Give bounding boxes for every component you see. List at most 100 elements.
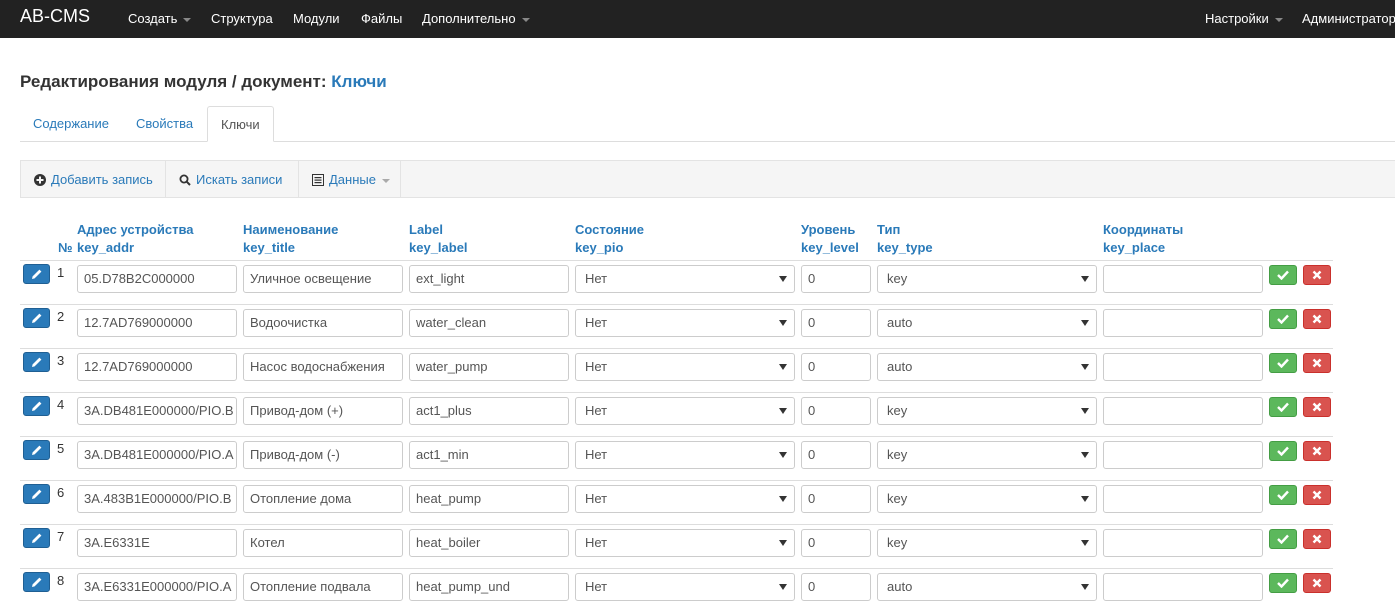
key-level-input[interactable]: 0 xyxy=(801,441,871,469)
key-addr-input[interactable]: 3A.483B1E000000/PIO.B xyxy=(77,485,237,513)
tab-keys[interactable]: Ключи xyxy=(207,106,274,142)
brand-logo[interactable]: AB-CMS xyxy=(20,6,90,27)
key-type-select[interactable]: auto xyxy=(877,309,1097,337)
delete-row-button[interactable] xyxy=(1303,309,1331,329)
column-header-place[interactable]: Координаты key_place xyxy=(1103,221,1183,257)
edit-button[interactable] xyxy=(23,484,50,504)
column-header-pio[interactable]: Состояние key_pio xyxy=(575,221,644,257)
key-addr-input[interactable]: 3A.DB481E000000/PIO.B xyxy=(77,397,237,425)
key-type-select[interactable]: key xyxy=(877,441,1097,469)
key-pio-select[interactable]: Нет xyxy=(575,529,795,557)
key-title-input[interactable]: Котел xyxy=(243,529,403,557)
key-place-input[interactable] xyxy=(1103,573,1263,601)
edit-button[interactable] xyxy=(23,528,50,548)
save-row-button[interactable] xyxy=(1269,441,1297,461)
nav-item-structure[interactable]: Структура xyxy=(211,11,273,26)
add-record-button[interactable]: Добавить запись xyxy=(21,161,166,197)
key-place-input[interactable] xyxy=(1103,353,1263,381)
save-row-button[interactable] xyxy=(1269,485,1297,505)
key-level-input[interactable]: 0 xyxy=(801,485,871,513)
key-pio-select[interactable]: Нет xyxy=(575,309,795,337)
key-label-input[interactable]: ext_light xyxy=(409,265,569,293)
edit-button[interactable] xyxy=(23,440,50,460)
save-row-button[interactable] xyxy=(1269,309,1297,329)
key-level-input[interactable]: 0 xyxy=(801,397,871,425)
key-type-select[interactable]: auto xyxy=(877,573,1097,601)
column-header-title[interactable]: Наименование key_title xyxy=(243,221,338,257)
delete-row-button[interactable] xyxy=(1303,441,1331,461)
key-place-input[interactable] xyxy=(1103,265,1263,293)
save-row-button[interactable] xyxy=(1269,529,1297,549)
delete-row-button[interactable] xyxy=(1303,529,1331,549)
nav-item-extra[interactable]: Дополнительно xyxy=(422,11,530,26)
key-pio-select[interactable]: Нет xyxy=(575,573,795,601)
key-level-input[interactable]: 0 xyxy=(801,353,871,381)
key-title-input[interactable]: Отопление дома xyxy=(243,485,403,513)
key-addr-input[interactable]: 05.D78B2C000000 xyxy=(77,265,237,293)
key-addr-input[interactable]: 3A.E6331E000000/PIO.A xyxy=(77,573,237,601)
key-addr-input[interactable]: 12.7AD769000000 xyxy=(77,353,237,381)
key-title-input[interactable]: Отопление подвала xyxy=(243,573,403,601)
key-title-input[interactable]: Привод-дом (+) xyxy=(243,397,403,425)
delete-row-button[interactable] xyxy=(1303,573,1331,593)
key-type-select[interactable]: key xyxy=(877,397,1097,425)
nav-item-files[interactable]: Файлы xyxy=(361,11,402,26)
key-addr-input[interactable]: 3A.E6331E xyxy=(77,529,237,557)
save-row-button[interactable] xyxy=(1269,265,1297,285)
key-pio-select[interactable]: Нет xyxy=(575,397,795,425)
delete-row-button[interactable] xyxy=(1303,485,1331,505)
key-title-input[interactable]: Насос водоснабжения xyxy=(243,353,403,381)
key-place-input[interactable] xyxy=(1103,529,1263,557)
key-type-select[interactable]: auto xyxy=(877,353,1097,381)
column-header-label[interactable]: Label key_label xyxy=(409,221,468,257)
data-dropdown-button[interactable]: Данные xyxy=(299,161,401,197)
edit-button[interactable] xyxy=(23,264,50,284)
nav-item-modules[interactable]: Модули xyxy=(293,11,340,26)
column-header-level[interactable]: Уровень key_level xyxy=(801,221,859,257)
key-type-select[interactable]: key xyxy=(877,265,1097,293)
nav-item-create[interactable]: Создать xyxy=(128,11,192,26)
save-row-button[interactable] xyxy=(1269,353,1297,373)
key-level-input[interactable]: 0 xyxy=(801,265,871,293)
key-title-input[interactable]: Уличное освещение xyxy=(243,265,403,293)
key-place-input[interactable] xyxy=(1103,397,1263,425)
edit-button[interactable] xyxy=(23,352,50,372)
key-label-input[interactable]: act1_min xyxy=(409,441,569,469)
key-type-select[interactable]: key xyxy=(877,529,1097,557)
key-pio-select[interactable]: Нет xyxy=(575,441,795,469)
key-label-input[interactable]: heat_pump xyxy=(409,485,569,513)
save-row-button[interactable] xyxy=(1269,573,1297,593)
delete-row-button[interactable] xyxy=(1303,265,1331,285)
key-addr-input[interactable]: 12.7AD769000000 xyxy=(77,309,237,337)
tab-content[interactable]: Содержание xyxy=(20,106,122,142)
key-level-input[interactable]: 0 xyxy=(801,309,871,337)
key-title-input[interactable]: Привод-дом (-) xyxy=(243,441,403,469)
key-place-input[interactable] xyxy=(1103,441,1263,469)
key-place-input[interactable] xyxy=(1103,485,1263,513)
search-records-button[interactable]: Искать записи xyxy=(166,161,299,197)
key-type-select[interactable]: key xyxy=(877,485,1097,513)
column-header-type[interactable]: Тип key_type xyxy=(877,221,933,257)
nav-item-admin[interactable]: Администратор xyxy=(1302,11,1395,26)
delete-row-button[interactable] xyxy=(1303,353,1331,373)
key-pio-select[interactable]: Нет xyxy=(575,485,795,513)
edit-button[interactable] xyxy=(23,572,50,592)
key-title-input[interactable]: Водоочистка xyxy=(243,309,403,337)
edit-button[interactable] xyxy=(23,308,50,328)
edit-button[interactable] xyxy=(23,396,50,416)
nav-item-settings[interactable]: Настройки xyxy=(1205,11,1283,26)
key-level-input[interactable]: 0 xyxy=(801,529,871,557)
key-label-input[interactable]: water_clean xyxy=(409,309,569,337)
key-addr-input[interactable]: 3A.DB481E000000/PIO.A xyxy=(77,441,237,469)
save-row-button[interactable] xyxy=(1269,397,1297,417)
key-pio-select[interactable]: Нет xyxy=(575,265,795,293)
key-pio-select[interactable]: Нет xyxy=(575,353,795,381)
key-label-input[interactable]: heat_pump_und xyxy=(409,573,569,601)
key-label-input[interactable]: water_pump xyxy=(409,353,569,381)
delete-row-button[interactable] xyxy=(1303,397,1331,417)
key-label-input[interactable]: act1_plus xyxy=(409,397,569,425)
column-header-addr[interactable]: Адрес устройства key_addr xyxy=(77,221,194,257)
key-level-input[interactable]: 0 xyxy=(801,573,871,601)
key-place-input[interactable] xyxy=(1103,309,1263,337)
key-label-input[interactable]: heat_boiler xyxy=(409,529,569,557)
